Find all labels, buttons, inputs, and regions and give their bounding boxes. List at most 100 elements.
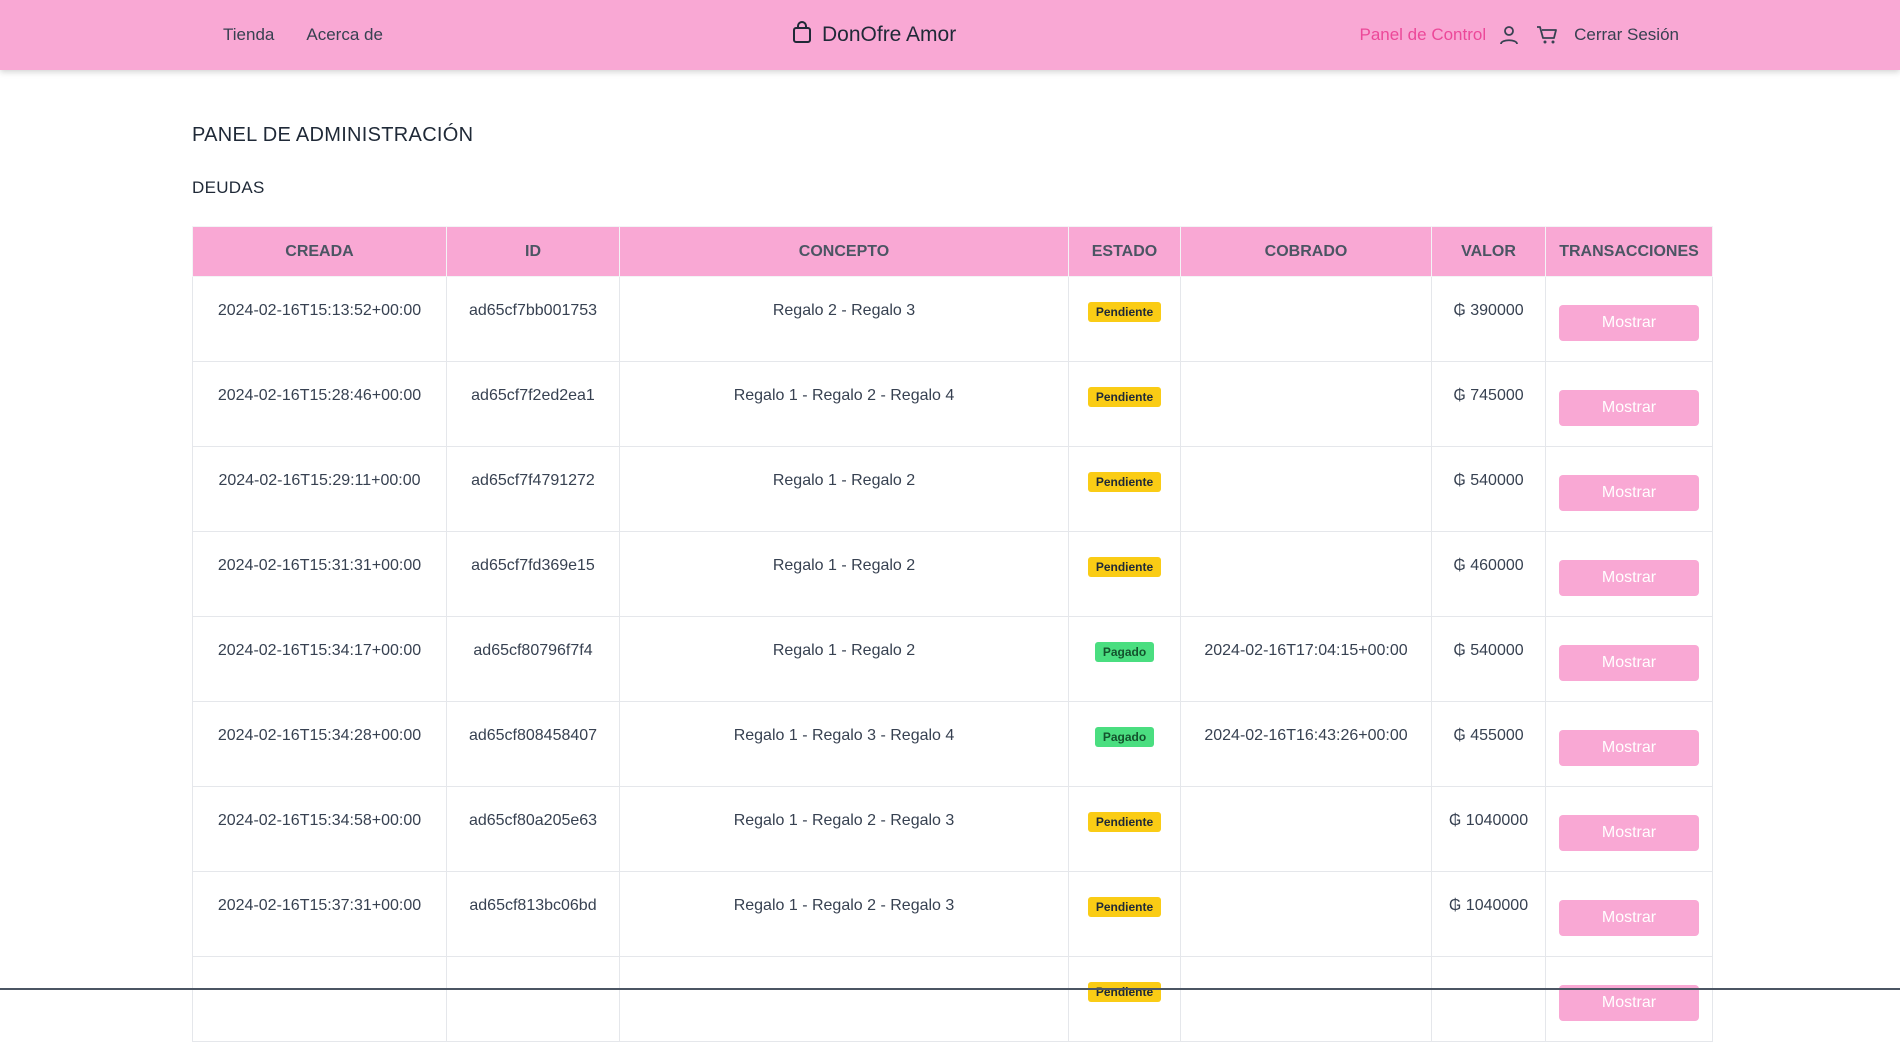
- header-estado: ESTADO: [1068, 226, 1181, 277]
- cell-id: ad65cf808458407: [446, 701, 620, 787]
- table-row: 2024-02-16T15:34:28+00:00 ad65cf808458407…: [192, 701, 1713, 787]
- table-row: 2024-02-16T15:29:11+00:00 ad65cf7f4791272…: [192, 446, 1713, 532]
- show-transactions-button[interactable]: Mostrar: [1559, 985, 1699, 1021]
- cell-value: ₲ 390000: [1431, 276, 1546, 362]
- cell-paid-at: [1180, 276, 1432, 362]
- cell-created: 2024-02-16T15:34:28+00:00: [192, 701, 447, 787]
- status-badge: Pendiente: [1087, 812, 1162, 832]
- status-badge: Pendiente: [1087, 557, 1162, 577]
- cell-status: Pendiente: [1068, 446, 1181, 532]
- show-transactions-button[interactable]: Mostrar: [1559, 900, 1699, 936]
- cell-created: 2024-02-16T15:28:46+00:00: [192, 361, 447, 447]
- header-concepto: CONCEPTO: [619, 226, 1069, 277]
- cell-created: 2024-02-16T15:37:31+00:00: [192, 871, 447, 957]
- page-title: PANEL DE ADMINISTRACIÓN: [192, 124, 474, 146]
- nav-left-links: Tienda Acerca de: [223, 0, 383, 70]
- cell-transactions: Mostrar: [1545, 361, 1713, 447]
- cell-concept: Regalo 1 - Regalo 2 - Regalo 4: [619, 361, 1069, 447]
- cell-value: [1431, 956, 1546, 1042]
- cell-id: ad65cf7bb001753: [446, 276, 620, 362]
- show-transactions-button[interactable]: Mostrar: [1559, 730, 1699, 766]
- status-badge: Pendiente: [1087, 897, 1162, 917]
- show-transactions-button[interactable]: Mostrar: [1559, 305, 1699, 341]
- cell-paid-at: 2024-02-16T16:43:26+00:00: [1180, 701, 1432, 787]
- header-creada: CREADA: [192, 226, 447, 277]
- cell-status: Pendiente: [1068, 276, 1181, 362]
- cell-created: 2024-02-16T15:34:17+00:00: [192, 616, 447, 702]
- show-transactions-button[interactable]: Mostrar: [1559, 390, 1699, 426]
- cell-id: ad65cf80a205e63: [446, 786, 620, 872]
- cart-icon[interactable]: [1534, 22, 1560, 48]
- cell-paid-at: [1180, 446, 1432, 532]
- cell-transactions: Mostrar: [1545, 616, 1713, 702]
- table-row: 2024-02-16T15:37:31+00:00 ad65cf813bc06bd…: [192, 871, 1713, 957]
- cell-paid-at: [1180, 956, 1432, 1042]
- cell-status: Pagado: [1068, 616, 1181, 702]
- nav-link-acerca-de[interactable]: Acerca de: [306, 25, 383, 45]
- cell-concept: Regalo 1 - Regalo 2: [619, 446, 1069, 532]
- cell-transactions: Mostrar: [1545, 446, 1713, 532]
- header-transacciones: TRANSACCIONES: [1545, 226, 1713, 277]
- status-badge: Pendiente: [1087, 387, 1162, 407]
- cell-transactions: Mostrar: [1545, 276, 1713, 362]
- show-transactions-button[interactable]: Mostrar: [1559, 645, 1699, 681]
- nav-link-panel-de-control[interactable]: Panel de Control: [1359, 25, 1486, 45]
- cell-created: 2024-02-16T15:34:58+00:00: [192, 786, 447, 872]
- cell-concept: [619, 956, 1069, 1042]
- cell-created: 2024-02-16T15:29:11+00:00: [192, 446, 447, 532]
- status-badge: Pagado: [1094, 642, 1155, 662]
- table-header-row: CREADA ID CONCEPTO ESTADO COBRADO VALOR …: [192, 226, 1713, 277]
- cell-transactions: Mostrar: [1545, 786, 1713, 872]
- cell-transactions: Mostrar: [1545, 531, 1713, 617]
- shopping-bag-icon: [792, 21, 812, 49]
- section-title: DEUDAS: [192, 178, 265, 197]
- cell-id: [446, 956, 620, 1042]
- table-row: 2024-02-16T15:28:46+00:00 ad65cf7f2ed2ea1…: [192, 361, 1713, 447]
- nav-link-tienda[interactable]: Tienda: [223, 25, 274, 45]
- cell-value: ₲ 455000: [1431, 701, 1546, 787]
- cell-created: 2024-02-16T15:31:31+00:00: [192, 531, 447, 617]
- cell-concept: Regalo 1 - Regalo 3 - Regalo 4: [619, 701, 1069, 787]
- cell-value: ₲ 1040000: [1431, 871, 1546, 957]
- cell-concept: Regalo 1 - Regalo 2: [619, 616, 1069, 702]
- debts-table: CREADA ID CONCEPTO ESTADO COBRADO VALOR …: [192, 226, 1713, 1042]
- brand-logo[interactable]: DonOfre Amor: [792, 0, 956, 70]
- cell-id: ad65cf813bc06bd: [446, 871, 620, 957]
- cell-paid-at: [1180, 361, 1432, 447]
- cell-created: [192, 956, 447, 1042]
- table-row: Pendiente Mostrar: [192, 956, 1713, 1042]
- show-transactions-button[interactable]: Mostrar: [1559, 815, 1699, 851]
- show-transactions-button[interactable]: Mostrar: [1559, 560, 1699, 596]
- cell-value: ₲ 460000: [1431, 531, 1546, 617]
- cell-paid-at: [1180, 871, 1432, 957]
- table-row: 2024-02-16T15:34:58+00:00 ad65cf80a205e63…: [192, 786, 1713, 872]
- header-cobrado: COBRADO: [1180, 226, 1432, 277]
- cell-concept: Regalo 1 - Regalo 2 - Regalo 3: [619, 871, 1069, 957]
- header-valor: VALOR: [1431, 226, 1546, 277]
- cell-value: ₲ 1040000: [1431, 786, 1546, 872]
- logout-link[interactable]: Cerrar Sesión: [1574, 25, 1679, 45]
- debts-table-body: 2024-02-16T15:13:52+00:00 ad65cf7bb001753…: [192, 276, 1713, 1042]
- cell-value: ₲ 540000: [1431, 446, 1546, 532]
- table-row: 2024-02-16T15:34:17+00:00 ad65cf80796f7f4…: [192, 616, 1713, 702]
- cell-concept: Regalo 1 - Regalo 2: [619, 531, 1069, 617]
- cell-id: ad65cf7f4791272: [446, 446, 620, 532]
- cell-concept: Regalo 1 - Regalo 2 - Regalo 3: [619, 786, 1069, 872]
- cell-value: ₲ 540000: [1431, 616, 1546, 702]
- nav-right-actions: Panel de Control Cerrar Sesión: [1359, 0, 1679, 70]
- cell-concept: Regalo 2 - Regalo 3: [619, 276, 1069, 362]
- table-row: 2024-02-16T15:31:31+00:00 ad65cf7fd369e15…: [192, 531, 1713, 617]
- status-badge: Pagado: [1094, 727, 1155, 747]
- cell-paid-at: [1180, 531, 1432, 617]
- top-navbar: Tienda Acerca de DonOfre Amor Panel de C…: [0, 0, 1900, 70]
- cell-created: 2024-02-16T15:13:52+00:00: [192, 276, 447, 362]
- show-transactions-button[interactable]: Mostrar: [1559, 475, 1699, 511]
- cell-status: Pendiente: [1068, 871, 1181, 957]
- status-badge: Pendiente: [1087, 302, 1162, 322]
- cell-transactions: Mostrar: [1545, 701, 1713, 787]
- cell-paid-at: 2024-02-16T17:04:15+00:00: [1180, 616, 1432, 702]
- table-row: 2024-02-16T15:13:52+00:00 ad65cf7bb001753…: [192, 276, 1713, 362]
- cell-id: ad65cf80796f7f4: [446, 616, 620, 702]
- user-icon[interactable]: [1496, 22, 1522, 48]
- cell-value: ₲ 745000: [1431, 361, 1546, 447]
